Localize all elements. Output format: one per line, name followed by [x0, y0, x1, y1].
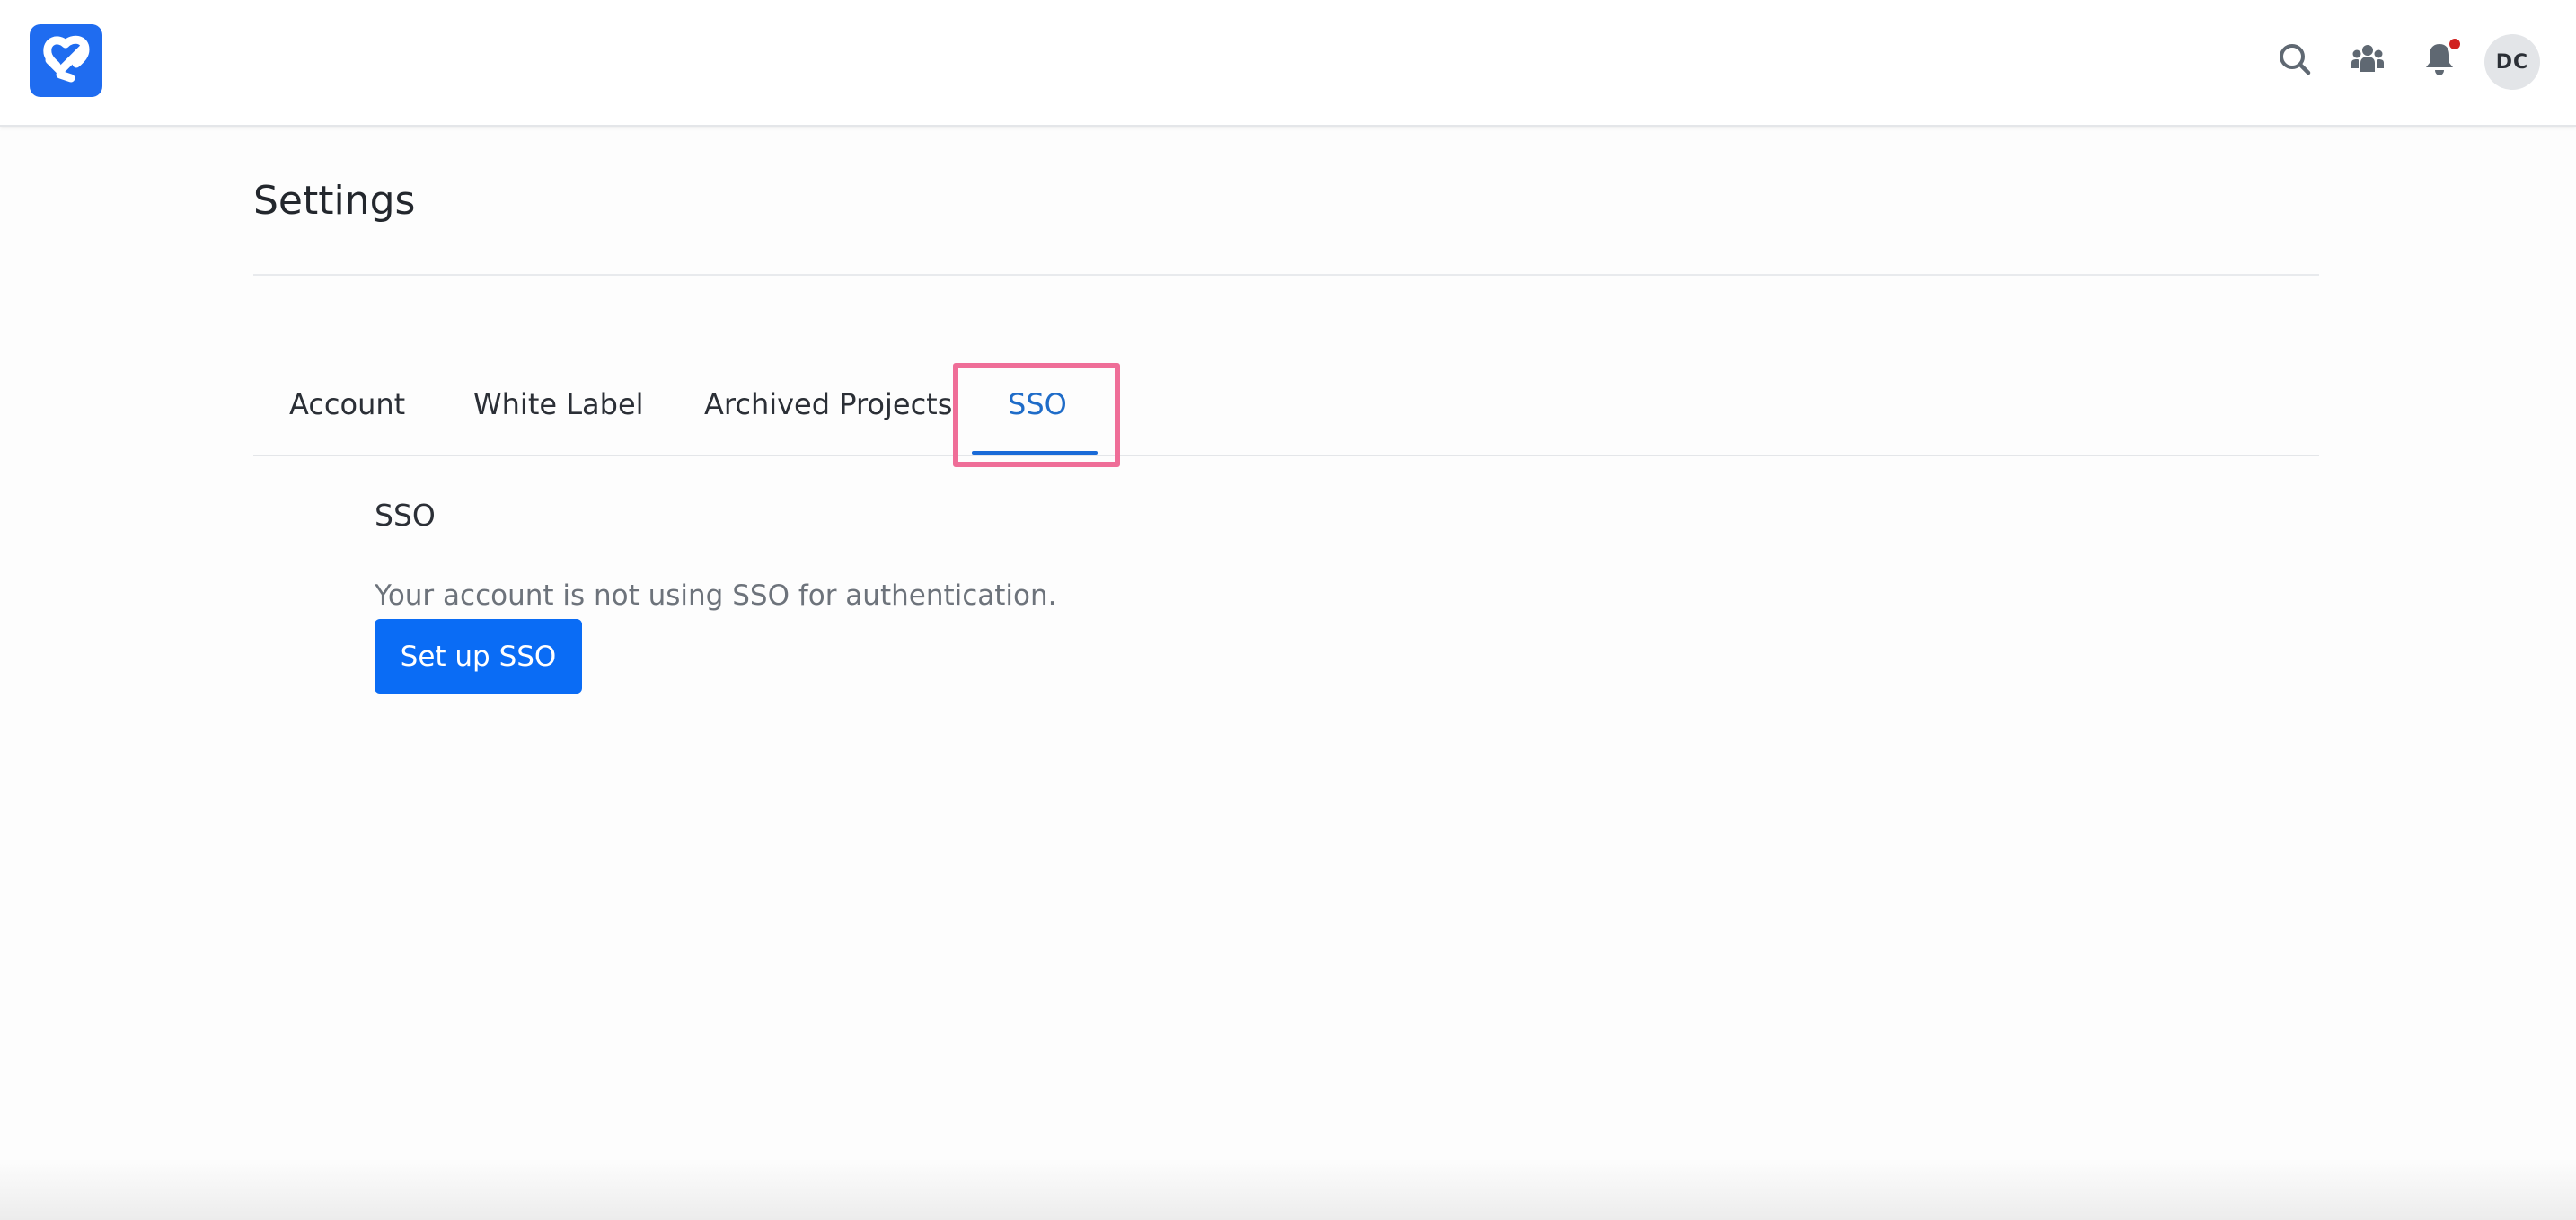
heart-link-logo-icon [43, 35, 90, 83]
bottom-shade [0, 1159, 2576, 1220]
title-divider [253, 274, 2319, 276]
notification-badge [2449, 39, 2460, 49]
sso-section-title: SSO [375, 498, 436, 533]
team-icon[interactable] [2344, 36, 2391, 83]
user-avatar[interactable]: DC [2484, 34, 2540, 90]
app-logo-icon[interactable] [30, 24, 102, 97]
page-title: Settings [253, 178, 416, 224]
tab-account[interactable]: Account [289, 386, 405, 422]
tab-sso[interactable]: SSO [1008, 386, 1067, 422]
settings-tabs: Account White Label Archived Projects SS… [253, 359, 2319, 456]
setup-sso-button[interactable]: Set up SSO [375, 619, 582, 694]
tab-white-label[interactable]: White Label [473, 386, 644, 422]
search-icon[interactable] [2272, 36, 2318, 83]
sso-status-text: Your account is not using SSO for authen… [375, 579, 1057, 612]
tab-archived-projects[interactable]: Archived Projects [704, 386, 952, 422]
tabs-divider [253, 455, 2319, 456]
top-bar: DC [0, 0, 2576, 127]
